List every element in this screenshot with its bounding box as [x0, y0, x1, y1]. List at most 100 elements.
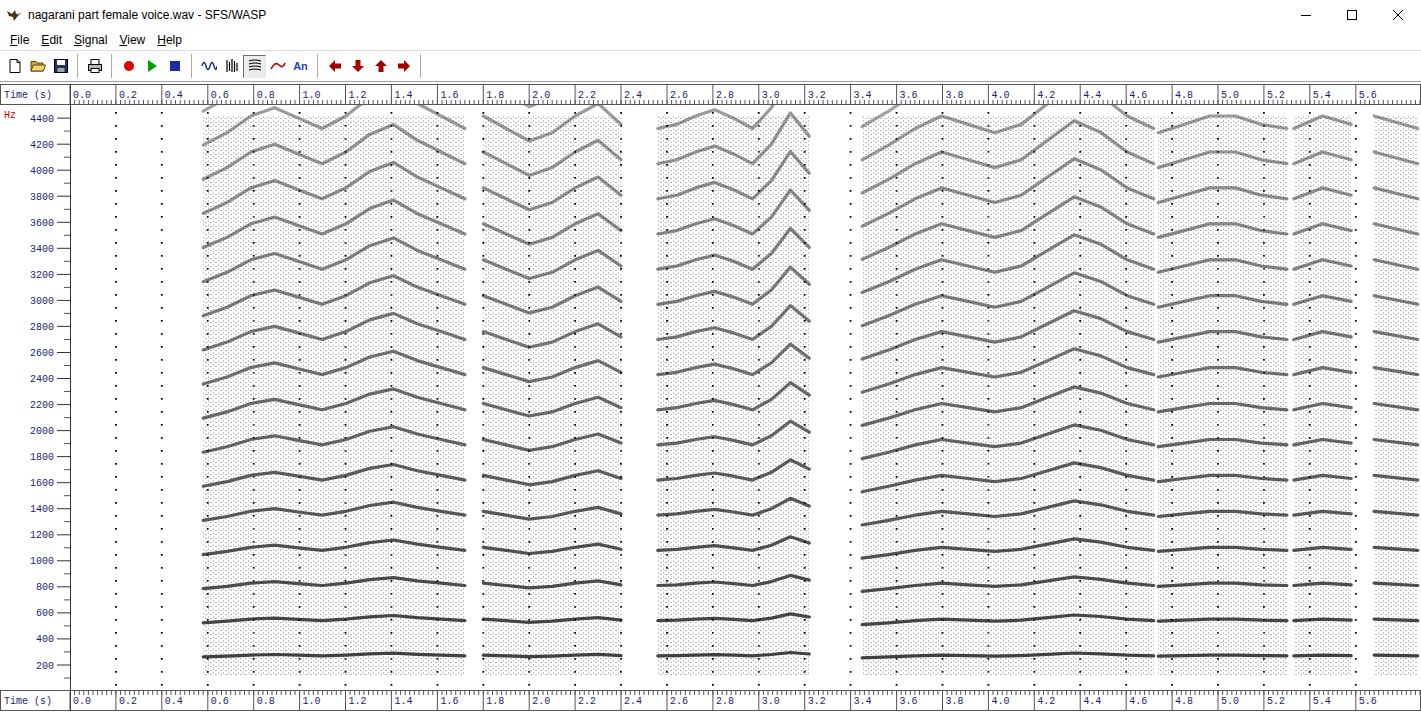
time-major-tick: [758, 85, 759, 104]
time-minor-tick: [1061, 100, 1062, 104]
stop-button[interactable]: [163, 55, 186, 78]
time-minor-tick: [887, 691, 888, 695]
time-minor-tick: [1185, 691, 1186, 695]
time-minor-tick: [538, 691, 539, 695]
frequency-tick-label: 4200: [30, 140, 54, 151]
harmonic-line: [1158, 152, 1287, 168]
time-minor-tick: [152, 100, 153, 104]
noise-texture: [862, 116, 1154, 676]
time-minor-tick: [1286, 100, 1287, 104]
time-minor-tick: [1213, 691, 1214, 695]
harmonic-line: [1374, 368, 1418, 375]
time-minor-tick: [689, 691, 690, 695]
right-button[interactable]: [392, 55, 415, 78]
time-minor-tick: [1195, 691, 1196, 695]
time-minor-tick: [703, 100, 704, 104]
time-minor-tick: [460, 100, 461, 104]
time-minor-tick: [501, 691, 502, 695]
time-minor-tick: [1319, 691, 1320, 695]
time-minor-tick: [570, 100, 571, 104]
waveform-button[interactable]: [197, 55, 220, 78]
spectrum-button[interactable]: [220, 55, 243, 78]
time-minor-tick: [983, 100, 984, 104]
time-tick-label: 3.0: [762, 90, 780, 101]
time-minor-tick: [409, 691, 410, 695]
save-button[interactable]: [49, 55, 72, 78]
time-minor-tick: [1369, 691, 1370, 695]
frequency-tick: [57, 665, 70, 666]
time-minor-tick: [432, 691, 433, 695]
close-button[interactable]: [1375, 0, 1421, 30]
time-minor-tick: [768, 691, 769, 695]
time-minor-tick: [607, 691, 608, 695]
menu-item[interactable]: Help: [151, 30, 188, 50]
time-minor-tick: [230, 100, 231, 104]
time-tick-label: 2.8: [716, 696, 734, 707]
time-minor-tick: [520, 691, 521, 695]
frequency-axis-line: [70, 84, 71, 711]
time-minor-tick: [373, 691, 374, 695]
open-button[interactable]: [26, 55, 49, 78]
time-minor-tick: [1328, 691, 1329, 695]
record-icon: [121, 58, 137, 74]
harmonic-line: [862, 577, 1154, 592]
maximize-button[interactable]: [1329, 0, 1375, 30]
annotation-button[interactable]: An: [289, 55, 312, 78]
time-minor-tick: [749, 691, 750, 695]
frequency-tick: [57, 534, 70, 535]
pitch-button[interactable]: [266, 55, 289, 78]
time-minor-tick: [258, 691, 259, 695]
harmonic-line: [1374, 224, 1418, 234]
frequency-tick-label: 1800: [30, 452, 54, 463]
time-minor-tick: [813, 691, 814, 695]
time-minor-tick: [1250, 100, 1251, 104]
up-button[interactable]: [369, 55, 392, 78]
time-minor-tick: [1415, 100, 1416, 104]
time-minor-tick: [239, 100, 240, 104]
time-minor-tick: [570, 691, 571, 695]
time-minor-tick: [460, 691, 461, 695]
spectrogram-chart[interactable]: Time (s)Time (s)0.00.00.20.20.40.40.60.6…: [0, 82, 1421, 712]
time-tick-label: 4.8: [1175, 90, 1193, 101]
time-minor-tick: [455, 691, 456, 695]
time-tick-label: 1.0: [303, 696, 321, 707]
minimize-button[interactable]: [1283, 0, 1329, 30]
play-button[interactable]: [140, 55, 163, 78]
frequency-tick-label: 3800: [30, 192, 54, 203]
time-tick-label: 0.0: [73, 90, 91, 101]
left-button[interactable]: [323, 55, 346, 78]
harmonic-line: [1294, 188, 1351, 199]
time-minor-tick: [1401, 100, 1402, 104]
time-minor-tick: [474, 100, 475, 104]
time-major-tick: [529, 691, 530, 710]
print-button[interactable]: [83, 55, 106, 78]
time-minor-tick: [1378, 691, 1379, 695]
harmonic-line: [483, 214, 621, 245]
time-major-tick: [1218, 691, 1219, 710]
menu-item[interactable]: View: [113, 30, 151, 50]
time-major-tick: [1172, 691, 1173, 710]
menu-item[interactable]: Signal: [68, 30, 113, 50]
time-minor-tick: [882, 100, 883, 104]
new-button[interactable]: [3, 55, 26, 78]
time-minor-tick: [1103, 691, 1104, 695]
spectrogram-button[interactable]: [243, 55, 266, 78]
time-minor-tick: [790, 691, 791, 695]
bird-icon: [6, 7, 22, 23]
voiced-segment: [658, 105, 810, 675]
time-major-tick: [391, 85, 392, 104]
time-minor-tick: [873, 691, 874, 695]
menu-item[interactable]: Edit: [35, 30, 68, 50]
time-minor-tick: [1222, 691, 1223, 695]
time-minor-tick: [308, 691, 309, 695]
harmonic-line: [203, 616, 465, 623]
time-minor-tick: [1401, 691, 1402, 695]
frequency-minor-tick: [64, 651, 70, 652]
menu-item[interactable]: File: [4, 30, 35, 50]
time-minor-tick: [616, 691, 617, 695]
harmonic-line: [1294, 404, 1351, 410]
down-button[interactable]: [346, 55, 369, 78]
record-button[interactable]: [117, 55, 140, 78]
harmonic-line: [483, 434, 621, 450]
time-minor-tick: [249, 691, 250, 695]
